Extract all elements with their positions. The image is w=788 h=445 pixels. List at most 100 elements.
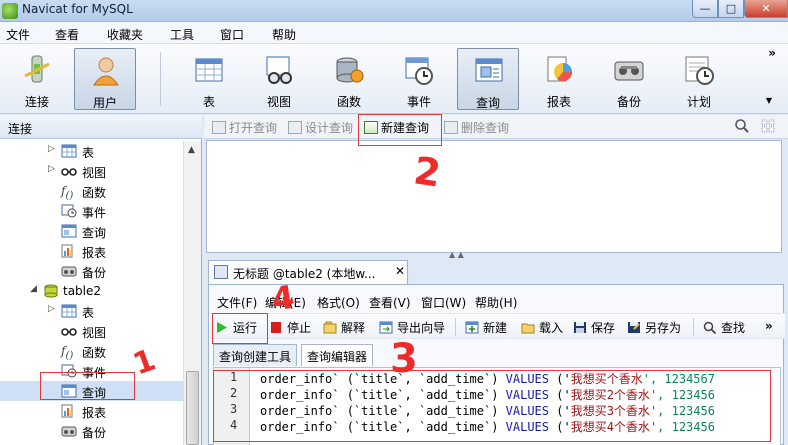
maximize-button[interactable]: □: [718, 0, 744, 18]
report-icon: [61, 404, 73, 418]
open-query-icon: [212, 121, 226, 134]
stop-button[interactable]: 停止: [269, 319, 311, 336]
search-icon[interactable]: [734, 118, 750, 134]
expand-icon[interactable]: ▷: [48, 144, 55, 154]
table-icon: [61, 144, 77, 158]
save-as-icon: [628, 322, 640, 333]
navicat-app-icon: [2, 3, 18, 19]
connect-icon: [24, 55, 50, 83]
tab-query-builder[interactable]: 查询创建工具: [213, 344, 298, 366]
title-bar: Navicat for MySQL — □ ✕: [0, 0, 788, 22]
grid-view-icon[interactable]: [760, 118, 776, 134]
menu-help[interactable]: 帮助: [272, 26, 296, 43]
query-tab-icon: [214, 265, 228, 279]
close-tab-icon[interactable]: ✕: [395, 264, 405, 278]
query-object-list[interactable]: [206, 140, 782, 253]
main-toolbar: 连接 用户 表 视图 函数 事件 查询 报表 备份 计划 » ▼: [0, 44, 788, 114]
tree-item-function[interactable]: f() 函数: [0, 341, 183, 361]
tree-item-report[interactable]: 报表: [0, 401, 183, 421]
collapse-icon[interactable]: ◢: [30, 284, 37, 294]
query-menu-window[interactable]: 窗口(W): [421, 294, 466, 311]
tree-item-query[interactable]: 查询: [0, 221, 183, 241]
toolbar-schedule-button[interactable]: 计划: [668, 48, 730, 110]
toolbar-separator: [160, 52, 161, 106]
save-button[interactable]: 保存: [573, 319, 615, 336]
tree-item-label: 视图: [82, 326, 107, 340]
tree-item-view[interactable]: 视图: [0, 321, 183, 341]
open-query-button[interactable]: 打开查询: [212, 119, 277, 136]
tree-item-label: 事件: [82, 206, 107, 220]
folder-open-icon: [521, 323, 535, 334]
table-icon: [61, 304, 77, 318]
tree-item-label: table2: [63, 284, 102, 298]
window-controls: — □ ✕: [692, 0, 788, 19]
toolbar-backup-button[interactable]: 备份: [598, 48, 660, 110]
explain-button[interactable]: 解释: [323, 319, 365, 336]
scroll-up-icon[interactable]: ▲: [188, 145, 195, 155]
tree-item-label: 备份: [82, 426, 107, 440]
query-menu-view[interactable]: 查看(V): [369, 294, 411, 311]
tree-scrollbar[interactable]: ▲: [183, 141, 201, 445]
tree-item-database-table2[interactable]: ◢ table2: [0, 281, 183, 301]
query-view-tabs: 查询创建工具 查询编辑器: [209, 344, 785, 366]
design-query-button[interactable]: 设计查询: [288, 119, 353, 136]
tree-item-backup[interactable]: 备份: [0, 261, 183, 281]
query-menu-file[interactable]: 文件(F): [217, 294, 257, 311]
toolbar-dropdown-chevron-icon[interactable]: ▼: [766, 96, 772, 105]
menu-view[interactable]: 查看: [55, 26, 79, 43]
save-as-button[interactable]: 另存为: [627, 319, 681, 336]
load-button[interactable]: 载入: [521, 319, 563, 336]
toolbar-connect-button[interactable]: 连接: [6, 48, 68, 110]
toolbar-view-button[interactable]: 视图: [248, 48, 310, 110]
query-menu-help[interactable]: 帮助(H): [475, 294, 517, 311]
delete-query-button[interactable]: 删除查询: [444, 119, 509, 136]
menu-tools[interactable]: 工具: [170, 26, 194, 43]
save-icon: [574, 322, 586, 333]
tree-item-function[interactable]: f() 函数: [0, 181, 183, 201]
tree-item-view[interactable]: ▷ 视图: [0, 161, 183, 181]
menu-favorites[interactable]: 收藏夹: [107, 26, 143, 43]
tree-item-backup[interactable]: 备份: [0, 421, 183, 441]
toolbar-user-button[interactable]: 用户: [74, 48, 136, 110]
tab-query-editor[interactable]: 查询编辑器: [301, 344, 374, 366]
report-icon: [547, 56, 573, 82]
new-button[interactable]: 新建: [465, 319, 507, 336]
design-query-icon: [288, 121, 302, 134]
minimize-button[interactable]: —: [692, 0, 718, 18]
query-document-tab[interactable]: 无标题 @table2 (本地w... ✕: [208, 260, 408, 284]
toolbar-table-button[interactable]: 表: [178, 48, 240, 110]
user-icon: [93, 57, 119, 86]
event-icon: [405, 57, 433, 85]
close-button[interactable]: ✕: [744, 0, 788, 18]
tree-item-table[interactable]: ▷ 表: [0, 141, 183, 161]
tree-item-table[interactable]: ▷ 表: [0, 301, 183, 321]
toolbar-report-button[interactable]: 报表: [528, 48, 590, 110]
expand-icon[interactable]: ▷: [48, 304, 55, 314]
menu-file[interactable]: 文件: [6, 26, 30, 43]
expand-icon[interactable]: ▷: [48, 164, 55, 174]
menu-window[interactable]: 窗口: [220, 26, 244, 43]
toolbar-query-button[interactable]: 查询: [457, 48, 519, 110]
find-button[interactable]: 查找: [703, 319, 745, 336]
tree-item-report[interactable]: 报表: [0, 241, 183, 261]
annotation-number-3: 3: [390, 336, 418, 382]
object-toolbar: 打开查询 设计查询 新建查询 删除查询: [204, 115, 788, 139]
new-icon: [465, 321, 479, 334]
query-toolbar-more-icon[interactable]: »: [765, 319, 773, 333]
annotation-box-run: [212, 313, 268, 344]
toolbar-event-button[interactable]: 事件: [388, 48, 450, 110]
tree-item-event[interactable]: 事件: [0, 201, 183, 221]
annotation-box-sql-editor: [213, 370, 771, 442]
function-icon: [336, 57, 364, 83]
toolbar-function-button[interactable]: 函数: [318, 48, 380, 110]
toolbar-more-chevron-icon[interactable]: »: [768, 46, 776, 60]
view-icon: [61, 168, 77, 176]
export-wizard-button[interactable]: 导出向导: [379, 319, 445, 336]
splitter-grip-icon: ▲ ▲: [449, 250, 464, 259]
query-menu-format[interactable]: 格式(O): [317, 294, 360, 311]
annotation-box-query-item: [40, 372, 135, 400]
scrollbar-thumb[interactable]: [186, 371, 199, 445]
query-icon: [61, 224, 77, 238]
tree-item-label: 视图: [82, 166, 107, 180]
tree-item-label: 查询: [82, 226, 107, 240]
